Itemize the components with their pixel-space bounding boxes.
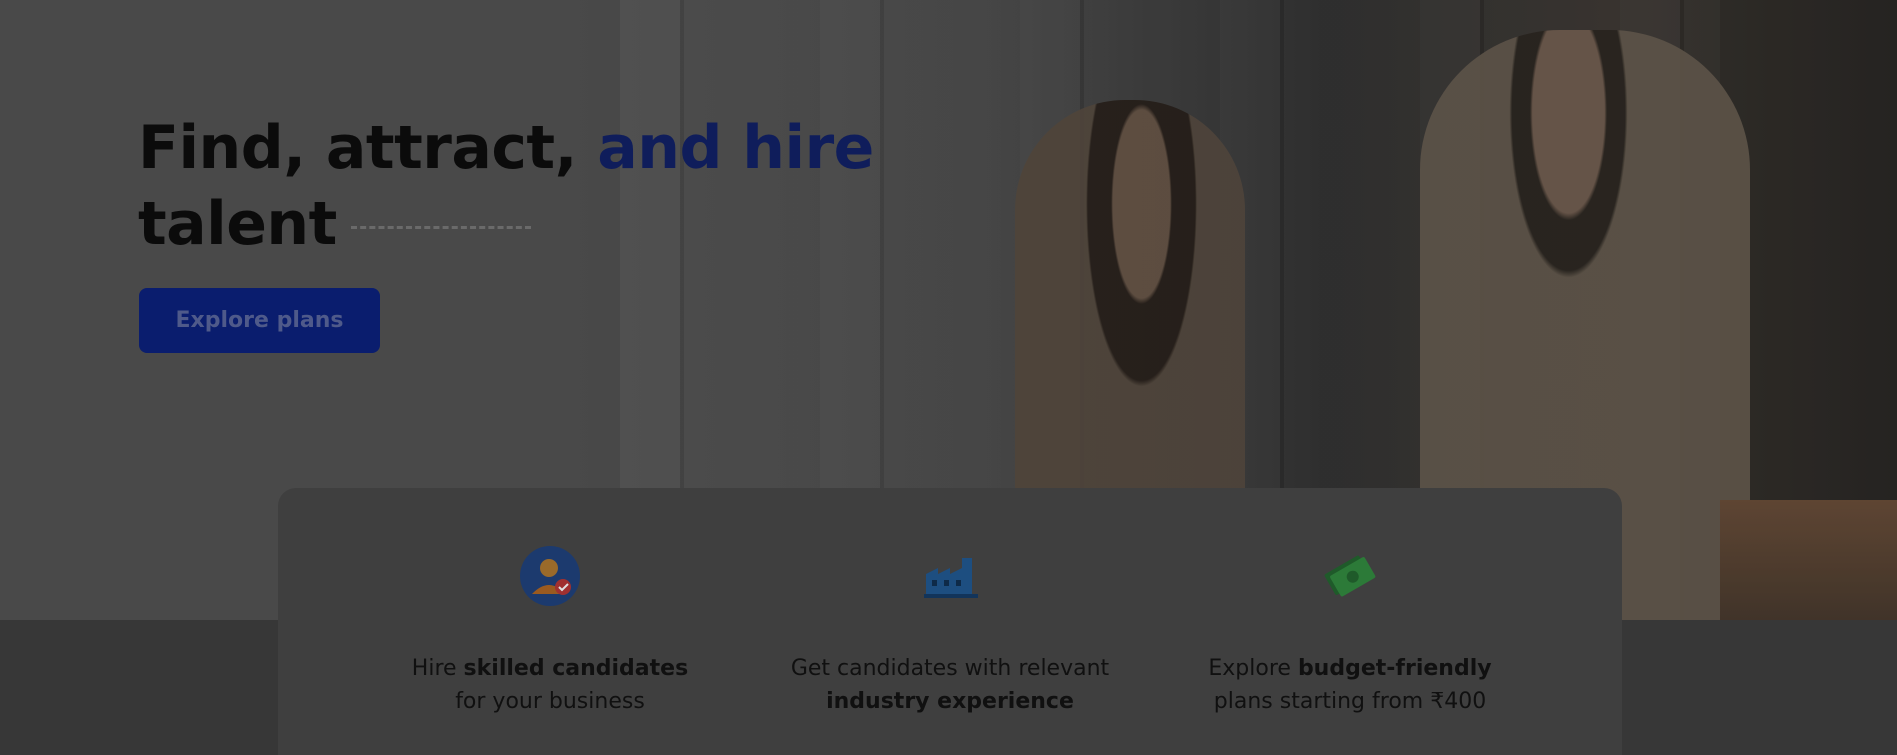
features-panel: Hire skilled candidates for your busines… bbox=[278, 488, 1622, 755]
feature2-line1-pre: Get candidates with relevant bbox=[790, 656, 1110, 681]
headline-text-accent: and hire bbox=[597, 113, 874, 183]
hero-headline: Find, attract, and hire talent bbox=[138, 110, 874, 262]
money-cash-icon bbox=[1324, 555, 1376, 597]
industry-factory-icon bbox=[924, 558, 978, 598]
feature3-line1-pre: Explore bbox=[1208, 656, 1298, 681]
headline-text-line2: talent bbox=[138, 189, 337, 259]
headline-text-plain: Find, attract, bbox=[138, 113, 598, 183]
explore-plans-button[interactable]: Explore plans bbox=[139, 288, 380, 353]
feature3-line2-pre: plans starting from ₹400 bbox=[1213, 689, 1487, 714]
feature1-line1-bold: skilled candidates bbox=[463, 656, 689, 681]
feature1-line1-pre: Hire bbox=[411, 656, 464, 681]
feature1-line2-pre: for your business bbox=[455, 689, 645, 714]
feature-skilled-candidates: Hire skilled candidates for your busines… bbox=[350, 488, 750, 755]
typing-placeholder bbox=[350, 225, 531, 229]
feature2-line2-bold: industry experience bbox=[826, 689, 1074, 714]
candidate-check-icon bbox=[520, 546, 580, 606]
feature-budget-plans: Explore budget-friendly plans starting f… bbox=[1150, 488, 1550, 755]
feature-industry-experience: Get candidates with relevant industry ex… bbox=[750, 488, 1150, 755]
feature3-line1-bold: budget-friendly bbox=[1297, 656, 1492, 681]
